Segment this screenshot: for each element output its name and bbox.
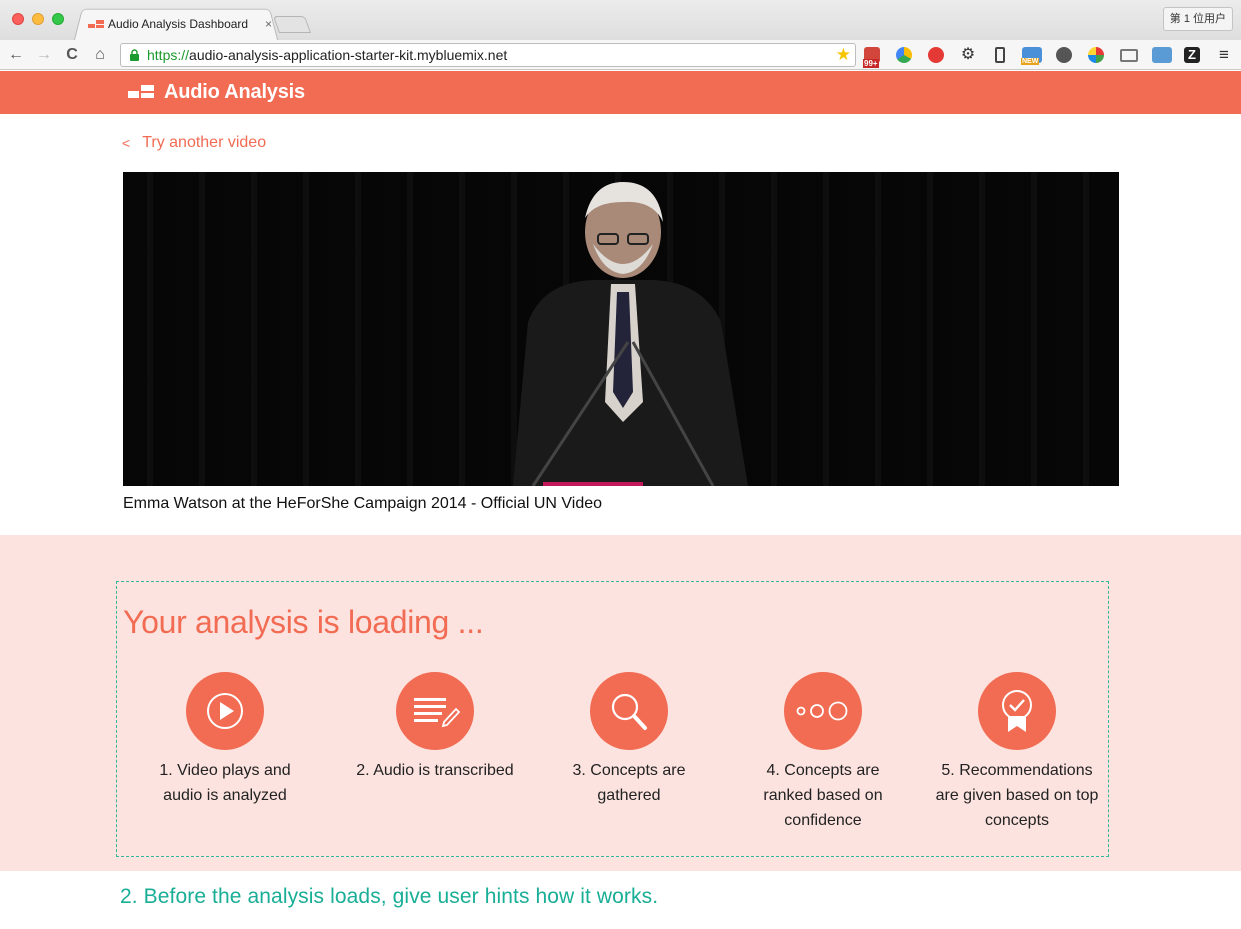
back-arrow-icon[interactable]: ← <box>6 44 26 66</box>
video-caption: Emma Watson at the HeForShe Campaign 201… <box>123 495 603 512</box>
extension-z-icon[interactable]: Z <box>1184 47 1200 63</box>
step-line: confidence <box>784 812 862 829</box>
step-line: concepts <box>984 812 1050 829</box>
extension-shield-icon[interactable] <box>896 47 912 63</box>
step-line: gathered <box>597 787 661 804</box>
app-header: Audio Analysis <box>0 71 1241 114</box>
tab-title: Audio Analysis Dashboard <box>108 17 249 31</box>
search-icon <box>590 672 668 750</box>
lock-icon <box>130 49 139 61</box>
extension-window-icon[interactable] <box>1152 47 1172 63</box>
close-window-button[interactable] <box>12 13 24 25</box>
browser-tab-content[interactable]: Audio Analysis Dashboard × <box>88 14 272 34</box>
step-line: 3. Concepts are <box>572 762 686 779</box>
home-icon[interactable]: ⌂ <box>90 44 110 66</box>
design-annotation: 2. Before the analysis loads, give user … <box>120 885 659 908</box>
play-icon <box>186 672 264 750</box>
step-text: 2. Audio is transcribed <box>340 758 530 783</box>
badge-99: 99+ <box>863 59 879 68</box>
chevron-left-icon: < <box>122 135 131 151</box>
address-bar[interactable]: https://audio-analysis-application-start… <box>120 43 856 67</box>
extension-color-wheel-icon[interactable] <box>1088 47 1104 63</box>
tab-close-icon[interactable]: × <box>265 17 272 31</box>
forward-arrow-icon[interactable]: → <box>34 44 54 66</box>
minimize-window-button[interactable] <box>32 13 44 25</box>
podium-accent <box>543 482 643 486</box>
zoom-window-button[interactable] <box>52 13 64 25</box>
step-text: 3. Concepts are gathered <box>534 758 724 808</box>
step-concepts-ranked: 4. Concepts are ranked based on confiden… <box>728 672 918 833</box>
extension-opera-icon[interactable] <box>928 47 944 63</box>
step-line: 5. Recommendations <box>941 762 1093 779</box>
extension-gear-icon[interactable]: ⚙ <box>960 47 976 63</box>
reload-icon[interactable]: C <box>62 44 82 66</box>
step-line: are given based on top <box>935 787 1099 804</box>
browser-toolbar: ← → C ⌂ https://audio-analysis-applicati… <box>0 40 1241 70</box>
ranking-dots-icon <box>784 672 862 750</box>
new-tab-button[interactable] <box>272 16 312 33</box>
bookmark-star-icon[interactable]: ★ <box>836 44 851 66</box>
url-scheme: https:// <box>147 47 190 63</box>
transcribe-icon <box>396 672 474 750</box>
loading-title: Your analysis is loading ... <box>123 604 484 640</box>
step-line: 2. Audio is transcribed <box>356 762 514 779</box>
app-title: Audio Analysis <box>164 81 305 103</box>
try-another-video-label: Try another video <box>142 134 267 151</box>
step-line: audio is analyzed <box>163 787 287 804</box>
url-host: audio-analysis-application-starter-kit.m… <box>189 47 508 63</box>
step-text: 5. Recommendations are given based on to… <box>917 758 1117 833</box>
step-line: 4. Concepts are <box>766 762 880 779</box>
extension-device-icon[interactable] <box>995 47 1005 63</box>
audio-analysis-logo-icon <box>128 83 154 101</box>
step-recommendations: 5. Recommendations are given based on to… <box>917 672 1117 833</box>
audio-analysis-favicon-icon <box>88 19 104 29</box>
step-line: 1. Video plays and <box>159 762 291 779</box>
try-another-video-link[interactable]: < Try another video <box>122 134 266 152</box>
browser-titlebar: Audio Analysis Dashboard × 第 1 位用户 <box>0 0 1241 41</box>
step-concepts-gathered: 3. Concepts are gathered <box>534 672 724 808</box>
menu-hamburger-icon[interactable]: ≡ <box>1216 46 1232 63</box>
step-video-analyzed: 1. Video plays and audio is analyzed <box>130 672 320 808</box>
cast-icon[interactable] <box>1120 49 1138 62</box>
step-text: 1. Video plays and audio is analyzed <box>130 758 320 808</box>
step-line: ranked based on <box>763 787 883 804</box>
profile-button[interactable]: 第 1 位用户 <box>1162 7 1233 31</box>
extension-pocket-icon[interactable] <box>1056 47 1072 63</box>
step-audio-transcribed: 2. Audio is transcribed <box>340 672 530 783</box>
step-text: 4. Concepts are ranked based on confiden… <box>728 758 918 833</box>
speaker-figure <box>513 182 748 486</box>
badge-new: NEW <box>1021 58 1040 65</box>
video-player[interactable] <box>123 172 1119 486</box>
award-ribbon-icon <box>978 672 1056 750</box>
